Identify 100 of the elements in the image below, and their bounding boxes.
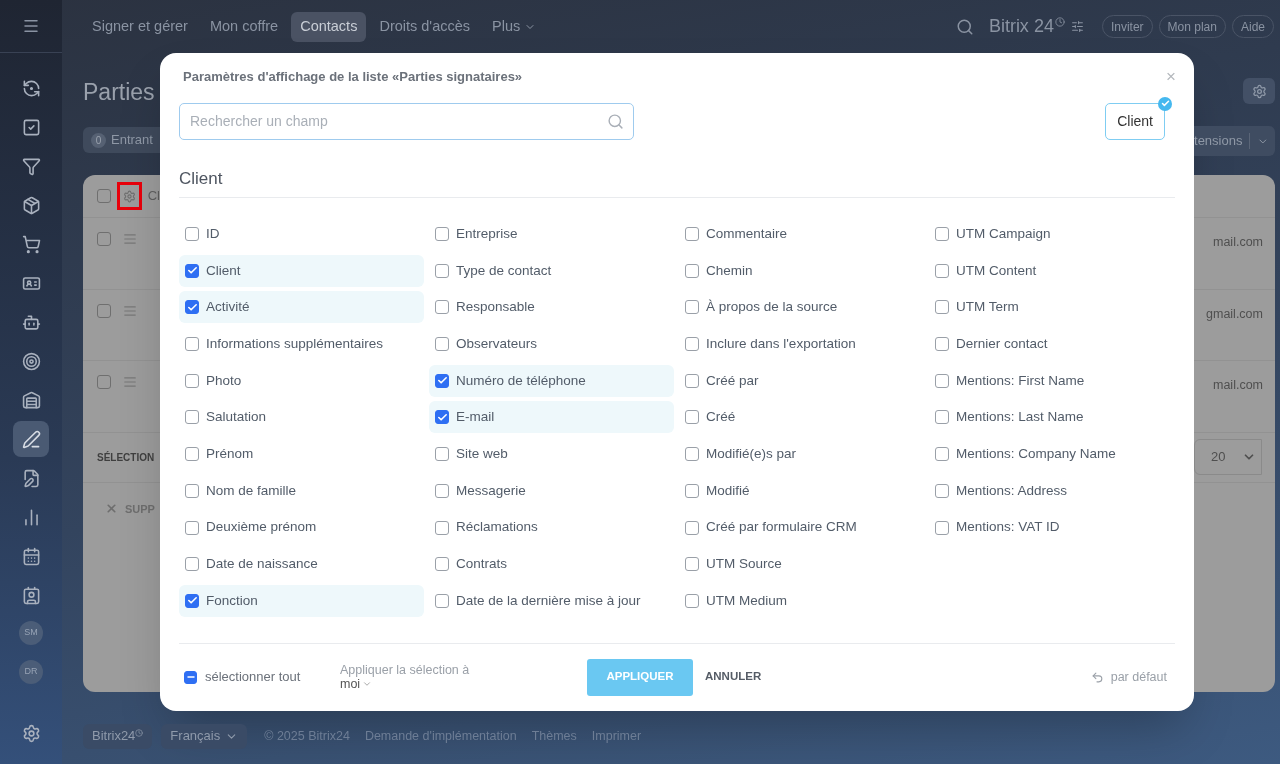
field-option[interactable]: Observateurs xyxy=(429,328,674,361)
checkbox[interactable] xyxy=(685,593,699,608)
search-icon[interactable] xyxy=(955,17,974,36)
checkbox[interactable] xyxy=(935,410,949,425)
checkbox[interactable] xyxy=(435,337,449,352)
checkbox[interactable] xyxy=(97,189,111,203)
field-option[interactable]: E-mail xyxy=(429,401,674,434)
field-option[interactable]: Inclure dans l'exportation xyxy=(679,328,924,361)
checkbox[interactable] xyxy=(685,227,699,241)
checkbox[interactable] xyxy=(184,670,197,684)
field-option[interactable]: Messagerie xyxy=(429,474,674,507)
field-option[interactable]: Fonction xyxy=(179,584,424,617)
field-option[interactable]: Numéro de téléphone xyxy=(429,364,674,397)
checkbox[interactable] xyxy=(935,447,949,462)
checkbox[interactable] xyxy=(685,410,699,425)
checkbox[interactable] xyxy=(435,410,449,425)
logo[interactable]: Bitrix 24 xyxy=(988,13,1054,40)
select-all-option[interactable]: sélectionner tout xyxy=(179,667,340,687)
field-option[interactable]: Type de contact xyxy=(429,254,674,287)
checkbox[interactable] xyxy=(97,303,111,318)
menu-icon[interactable] xyxy=(22,17,40,35)
sliders-icon[interactable] xyxy=(1070,20,1084,33)
field-option[interactable]: Photo xyxy=(179,364,424,397)
nav-tab[interactable]: Plus xyxy=(483,11,546,42)
sidebar-item[interactable] xyxy=(13,421,49,457)
field-option[interactable]: À propos de la source xyxy=(679,291,924,324)
checkbox[interactable] xyxy=(97,232,111,246)
checkbox[interactable] xyxy=(685,520,699,535)
field-option[interactable]: Mentions: Last Name xyxy=(929,401,1174,434)
field-option[interactable]: Mentions: First Name xyxy=(929,364,1174,397)
nav-tab[interactable]: Droits d'accès xyxy=(370,11,479,42)
field-option[interactable]: Créé par xyxy=(679,364,924,397)
field-option[interactable]: UTM Term xyxy=(929,291,1174,324)
checkbox[interactable] xyxy=(685,557,699,572)
checkbox[interactable] xyxy=(935,483,949,498)
checkbox[interactable] xyxy=(935,373,949,388)
field-option[interactable]: Deuxième prénom xyxy=(179,511,424,544)
field-option[interactable]: Modifié xyxy=(679,474,924,507)
checkbox[interactable] xyxy=(185,263,199,278)
checkbox[interactable] xyxy=(185,227,199,241)
checkbox[interactable] xyxy=(435,300,449,315)
checkbox[interactable] xyxy=(185,520,199,535)
settings-icon[interactable] xyxy=(21,724,41,743)
settings-button[interactable] xyxy=(117,182,142,210)
field-option[interactable]: UTM Content xyxy=(929,254,1174,287)
checkbox[interactable] xyxy=(185,373,199,388)
nav-tab[interactable]: Contacts xyxy=(291,11,367,42)
settings-button[interactable] xyxy=(1243,78,1275,104)
search-icon[interactable] xyxy=(607,112,624,130)
checkbox[interactable] xyxy=(435,447,449,462)
field-option[interactable]: Mentions: Company Name xyxy=(929,438,1174,471)
apply-to-dropdown[interactable]: moi xyxy=(340,677,373,691)
field-option[interactable]: Créé par formulaire CRM xyxy=(679,511,924,544)
field-option[interactable]: ID xyxy=(179,218,424,250)
drag-handle-icon[interactable] xyxy=(123,303,137,318)
checkbox[interactable] xyxy=(185,410,199,425)
field-option[interactable]: Date de naissance xyxy=(179,548,424,581)
checkbox[interactable] xyxy=(935,337,949,352)
nav-tab[interactable]: Signer et gérer xyxy=(83,11,197,42)
checkbox[interactable] xyxy=(685,300,699,315)
checkbox[interactable] xyxy=(435,263,449,278)
field-option[interactable]: Nom de famille xyxy=(179,474,424,507)
drag-handle-icon[interactable] xyxy=(123,375,137,389)
checkbox[interactable] xyxy=(435,520,449,535)
field-option[interactable]: UTM Campaign xyxy=(929,218,1174,250)
checkbox[interactable] xyxy=(435,373,449,388)
field-option[interactable]: Modifié(e)s par xyxy=(679,438,924,471)
field-option[interactable]: Entreprise xyxy=(429,218,674,250)
nav-tab[interactable]: Mon coffre xyxy=(200,11,288,42)
checkbox[interactable] xyxy=(97,375,111,389)
field-option[interactable]: Activité xyxy=(179,291,424,324)
drag-handle-icon[interactable] xyxy=(123,232,137,246)
field-option[interactable]: Date de la dernière mise à jour xyxy=(429,584,674,617)
field-option[interactable]: Client xyxy=(179,254,424,287)
checkbox[interactable] xyxy=(185,483,199,498)
checkbox[interactable] xyxy=(185,337,199,352)
field-option[interactable]: Prénom xyxy=(179,438,424,471)
checkbox[interactable] xyxy=(185,300,199,315)
checkbox[interactable] xyxy=(185,593,199,608)
checkbox[interactable] xyxy=(935,520,949,535)
checkbox[interactable] xyxy=(685,373,699,388)
checkbox[interactable] xyxy=(185,557,199,572)
checkbox[interactable] xyxy=(935,227,949,241)
field-option[interactable]: Réclamations xyxy=(429,511,674,544)
checkbox[interactable] xyxy=(435,227,449,241)
field-option[interactable]: Contrats xyxy=(429,548,674,581)
field-option[interactable]: Chemin xyxy=(679,254,924,287)
field-option[interactable]: Dernier contact xyxy=(929,328,1174,361)
checkbox[interactable] xyxy=(935,263,949,278)
field-option[interactable]: Mentions: Address xyxy=(929,474,1174,507)
checkbox[interactable] xyxy=(435,593,449,608)
field-option[interactable]: Mentions: VAT ID xyxy=(929,511,1174,544)
field-option[interactable]: Site web xyxy=(429,438,674,471)
field-option[interactable]: Créé xyxy=(679,401,924,434)
checkbox[interactable] xyxy=(685,263,699,278)
checkbox[interactable] xyxy=(435,483,449,498)
checkbox[interactable] xyxy=(935,300,949,315)
field-option[interactable]: Salutation xyxy=(179,401,424,434)
field-option[interactable]: UTM Medium xyxy=(679,584,924,617)
checkbox[interactable] xyxy=(685,447,699,462)
